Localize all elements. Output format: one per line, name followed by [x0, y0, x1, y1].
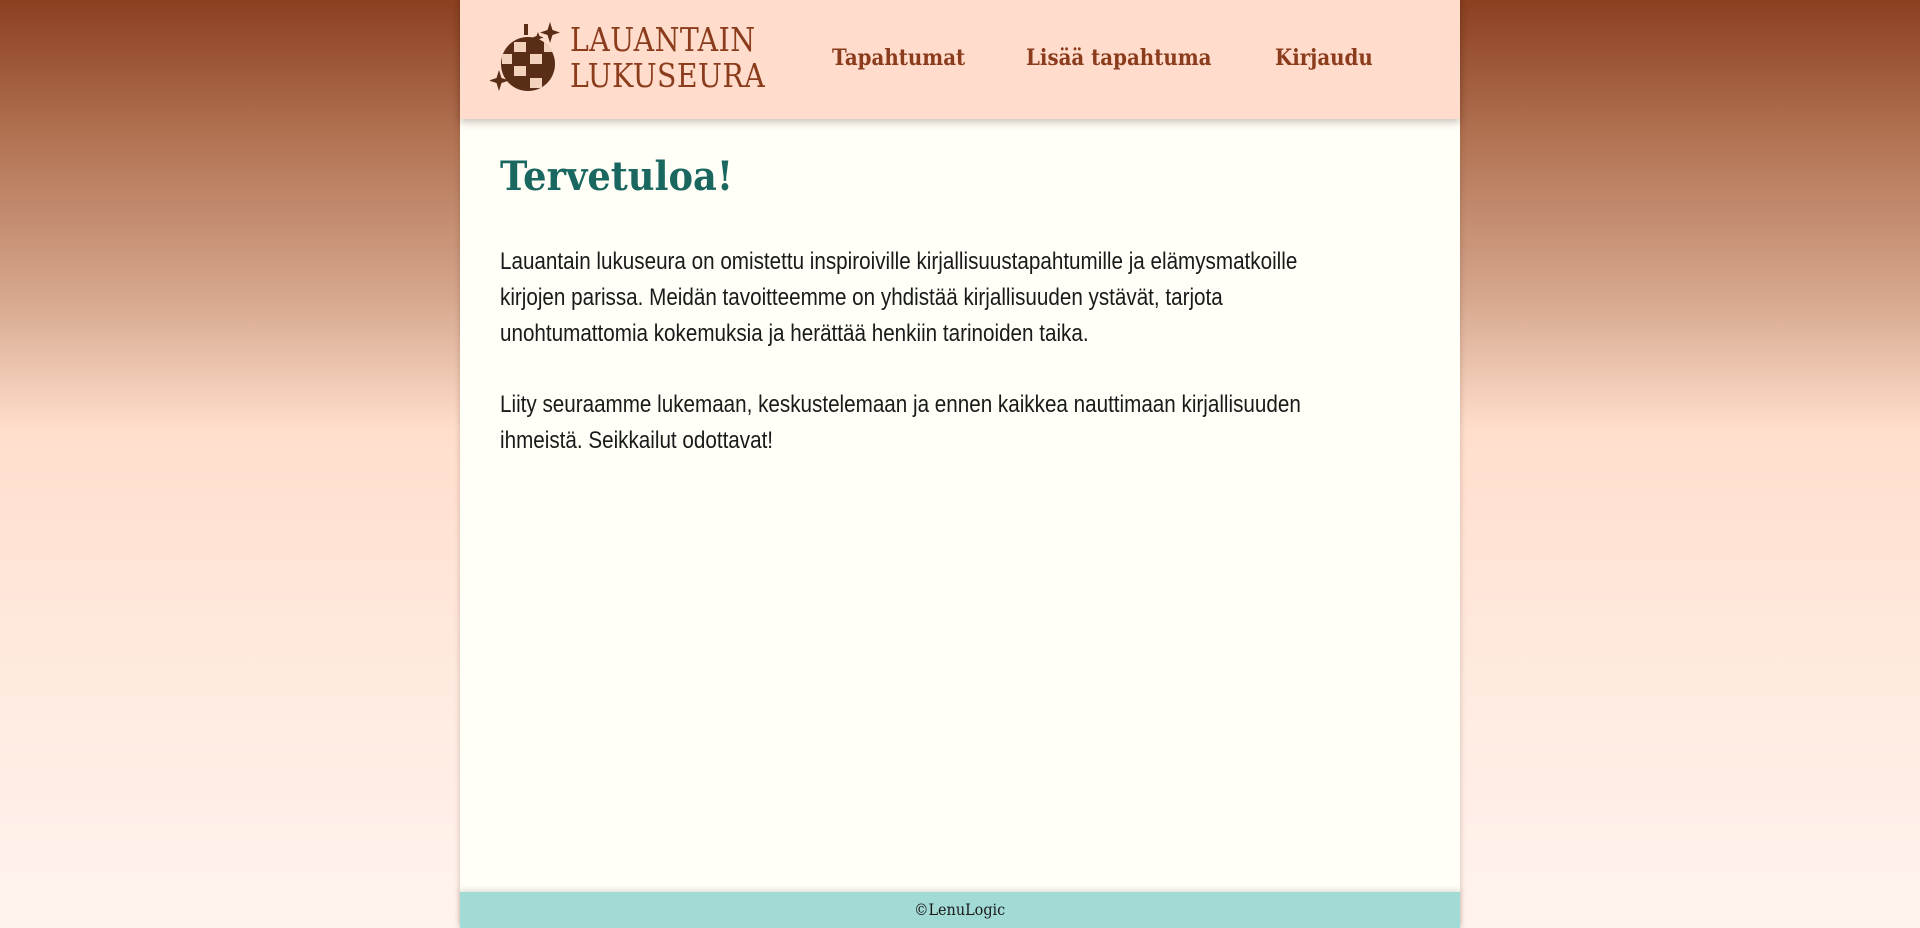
page-container: LAUANTAIN LUKUSEURA Tapahtumat Lisää tap… — [460, 0, 1460, 928]
copyright-text: ©LenuLogic — [914, 900, 1006, 919]
nav-link-login[interactable]: Kirjaudu — [1275, 40, 1373, 76]
site-header: LAUANTAIN LUKUSEURA Tapahtumat Lisää tap… — [460, 0, 1460, 119]
join-paragraph: Liity seuraamme lukemaan, keskustelemaan… — [500, 391, 1301, 454]
main-content: Tervetuloa! Lauantain lukuseura on omist… — [500, 150, 1420, 454]
main-nav: Tapahtumat Lisää tapahtuma Kirjaudu — [460, 40, 1460, 76]
nav-link-events[interactable]: Tapahtumat — [832, 40, 965, 76]
nav-link-add-event[interactable]: Lisää tapahtuma — [1026, 40, 1212, 76]
intro-paragraph: Lauantain lukuseura on omistettu inspiro… — [500, 248, 1298, 347]
page-title: Tervetuloa! — [500, 153, 734, 200]
site-footer: ©LenuLogic — [460, 892, 1460, 928]
